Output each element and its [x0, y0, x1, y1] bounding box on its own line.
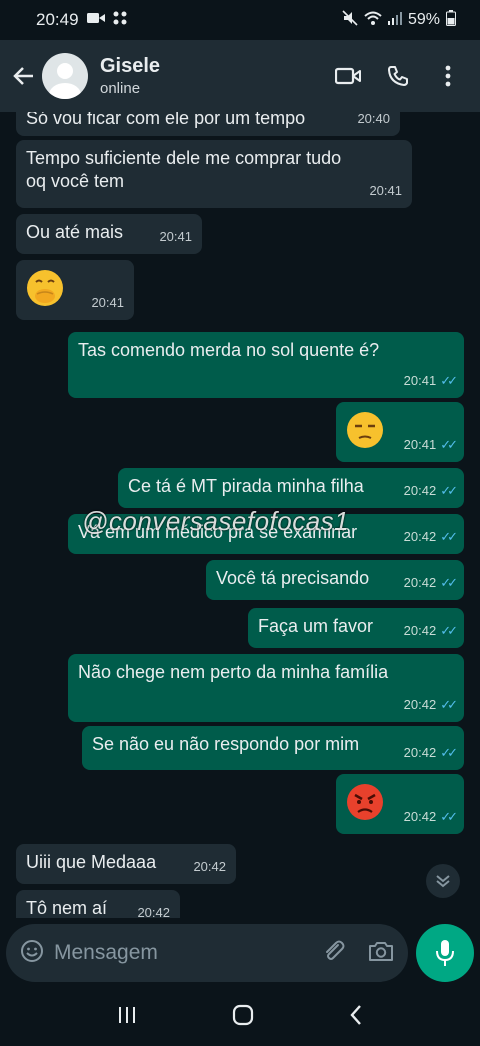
- status-bar: 20:49 59%: [0, 0, 480, 40]
- read-ticks-icon: ✓✓: [440, 529, 458, 544]
- contact-info[interactable]: Gisele online: [100, 55, 160, 97]
- scroll-down-button[interactable]: [426, 864, 460, 898]
- wifi-icon: [364, 11, 382, 30]
- message-text: Não chege nem perto da minha família: [78, 662, 389, 682]
- phone-call-icon[interactable]: [384, 62, 412, 90]
- message-time: 20:41: [91, 295, 124, 310]
- message-incoming[interactable]: Uiii que Medaaa 20:42: [16, 844, 236, 884]
- message-time: 20:42: [403, 529, 437, 544]
- message-incoming[interactable]: Tempo suficiente dele me comprar tudo oq…: [16, 140, 412, 208]
- message-time: 20:42: [403, 697, 437, 712]
- message-incoming[interactable]: Ou até mais 20:41: [16, 214, 202, 254]
- message-outgoing[interactable]: Faça um favor 20:42 ✓✓: [248, 608, 464, 648]
- message-text: Só vou ficar com ele por um tempo: [26, 112, 306, 128]
- hand-over-mouth-emoji: [26, 269, 64, 307]
- read-ticks-icon: ✓✓: [440, 697, 458, 712]
- battery-icon: [446, 9, 456, 31]
- camera-icon[interactable]: [368, 940, 394, 967]
- attach-icon[interactable]: [322, 939, 346, 968]
- message-incoming[interactable]: Tô nem aí 20:42: [16, 890, 180, 918]
- read-ticks-icon: ✓✓: [440, 373, 458, 388]
- video-call-icon[interactable]: [334, 62, 362, 90]
- message-time: 20:42: [403, 623, 437, 638]
- contact-name: Gisele: [100, 55, 161, 77]
- message-text: Se não eu não respondo por mim: [92, 734, 360, 754]
- status-time: 20:49: [36, 10, 79, 29]
- signal-icon: [387, 11, 402, 30]
- double-chevron-down-icon: [436, 875, 450, 888]
- back-nav-icon[interactable]: [349, 1004, 363, 1031]
- message-list[interactable]: Só vou ficar com ele por um tempo 20:40 …: [0, 112, 480, 918]
- message-text: Faça um favor: [258, 616, 374, 636]
- message-text: Tô nem aí: [26, 898, 108, 918]
- message-time: 20:42: [403, 745, 437, 760]
- message-time: 20:41: [403, 373, 437, 388]
- message-outgoing[interactable]: Tas comendo merda no sol quente é? 20:41…: [68, 332, 464, 398]
- message-text: Tempo suficiente dele me comprar tudo oq…: [26, 148, 342, 191]
- message-outgoing[interactable]: 20:42 ✓✓: [336, 774, 464, 834]
- message-input[interactable]: Mensagem: [6, 924, 408, 982]
- message-time: 20:42: [403, 809, 437, 824]
- read-ticks-icon: ✓✓: [440, 437, 458, 452]
- read-ticks-icon: ✓✓: [440, 809, 458, 824]
- composer-bar: Mensagem: [0, 918, 480, 988]
- read-ticks-icon: ✓✓: [440, 575, 458, 590]
- battery-level: 59%: [407, 11, 440, 28]
- message-text: Uiii que Medaaa: [26, 852, 157, 872]
- message-text: Ou até mais: [26, 222, 124, 242]
- read-ticks-icon: ✓✓: [440, 745, 458, 760]
- message-time: 20:42: [193, 859, 226, 874]
- message-time: 20:40: [357, 112, 390, 126]
- message-time: 20:41: [159, 229, 192, 244]
- video-record-icon: [86, 10, 105, 30]
- mic-icon: [436, 940, 454, 966]
- message-incoming[interactable]: 20:41: [16, 260, 134, 320]
- back-arrow-icon[interactable]: [10, 62, 38, 90]
- contact-status: online: [100, 80, 141, 97]
- message-text: Você tá precisando: [216, 568, 370, 588]
- watermark: @conversasefofocas1: [82, 506, 350, 536]
- read-ticks-icon: ✓✓: [440, 623, 458, 638]
- message-outgoing[interactable]: Se não eu não respondo por mim 20:42 ✓✓: [82, 726, 464, 770]
- message-text: Tas comendo merda no sol quente é?: [78, 340, 380, 360]
- mute-icon: [342, 9, 358, 31]
- message-outgoing[interactable]: Você tá precisando 20:42 ✓✓: [206, 560, 464, 600]
- message-time: 20:42: [137, 905, 170, 918]
- home-icon[interactable]: [232, 1004, 254, 1031]
- message-incoming[interactable]: Só vou ficar com ele por um tempo 20:40: [16, 112, 400, 136]
- system-navigation-bar: [0, 988, 480, 1046]
- apps-grid-icon: [113, 10, 127, 30]
- mic-button[interactable]: [416, 924, 474, 982]
- message-time: 20:42: [403, 483, 437, 498]
- emoji-icon[interactable]: [20, 939, 44, 968]
- read-ticks-icon: ✓✓: [440, 483, 458, 498]
- angry-face-emoji: [346, 783, 384, 821]
- message-placeholder: Mensagem: [54, 941, 158, 964]
- more-options-icon[interactable]: [434, 62, 462, 90]
- message-time: 20:42: [403, 575, 437, 590]
- message-outgoing[interactable]: Não chege nem perto da minha família 20:…: [68, 654, 464, 722]
- message-outgoing[interactable]: Ce tá é MT pirada minha filha 20:42 ✓✓: [118, 468, 464, 508]
- message-time: 20:41: [403, 437, 437, 452]
- chat-header: Gisele online: [0, 40, 480, 112]
- recent-apps-icon[interactable]: [117, 1005, 137, 1030]
- message-time: 20:41: [369, 183, 402, 198]
- message-outgoing[interactable]: 20:41 ✓✓: [336, 402, 464, 462]
- avatar[interactable]: [42, 53, 88, 99]
- unamused-emoji: [346, 411, 384, 449]
- message-text: Ce tá é MT pirada minha filha: [128, 476, 364, 496]
